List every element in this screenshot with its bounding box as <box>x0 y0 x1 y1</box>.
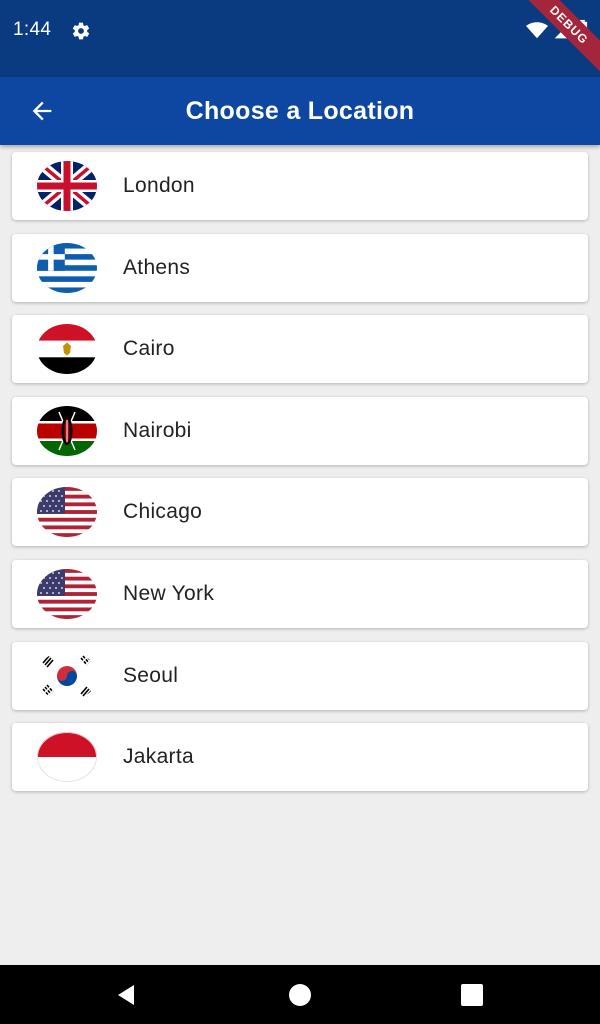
uk-flag-icon <box>37 161 97 211</box>
location-name: Jakarta <box>123 745 194 769</box>
gear-icon <box>71 21 91 41</box>
triangle-back-icon <box>118 985 134 1005</box>
location-name: Nairobi <box>123 418 192 442</box>
app-bar: Choose a Location <box>0 77 600 145</box>
kenya-flag-icon <box>37 405 97 456</box>
nav-home-button[interactable] <box>283 978 317 1012</box>
location-name: New York <box>123 581 215 605</box>
page-title: Choose a Location <box>185 97 415 125</box>
location-name: Cairo <box>123 337 175 361</box>
location-item-chicago[interactable]: Chicago <box>12 478 588 547</box>
location-name: Seoul <box>123 663 179 687</box>
circle-home-icon <box>289 984 311 1006</box>
location-list: London Athens Cairo Nairobi Chicago New … <box>12 152 588 805</box>
system-nav-bar <box>0 965 600 1024</box>
location-item-london[interactable]: London <box>12 152 588 220</box>
location-item-cairo[interactable]: Cairo <box>12 315 588 384</box>
greece-flag-icon <box>37 242 97 293</box>
location-item-jakarta[interactable]: Jakarta <box>12 723 588 792</box>
usa-flag-icon <box>37 568 97 619</box>
location-name: Chicago <box>123 500 203 524</box>
location-name: Athens <box>123 255 191 279</box>
south-korea-flag-icon <box>37 650 97 701</box>
location-item-seoul[interactable]: Seoul <box>12 641 588 710</box>
wifi-icon <box>525 19 549 46</box>
location-item-nairobi[interactable]: Nairobi <box>12 396 588 465</box>
location-name: London <box>123 174 195 197</box>
square-recents-icon <box>461 984 483 1006</box>
nav-back-button[interactable] <box>109 978 143 1012</box>
nav-recents-button[interactable] <box>455 978 489 1012</box>
egypt-flag-icon <box>37 324 97 375</box>
status-bar: 1:44 DEBUG <box>0 0 600 77</box>
location-item-new-york[interactable]: New York <box>12 559 588 628</box>
usa-flag-icon <box>37 487 97 538</box>
status-time: 1:44 <box>13 19 52 40</box>
location-item-athens[interactable]: Athens <box>12 233 588 302</box>
indonesia-flag-icon <box>37 732 97 783</box>
